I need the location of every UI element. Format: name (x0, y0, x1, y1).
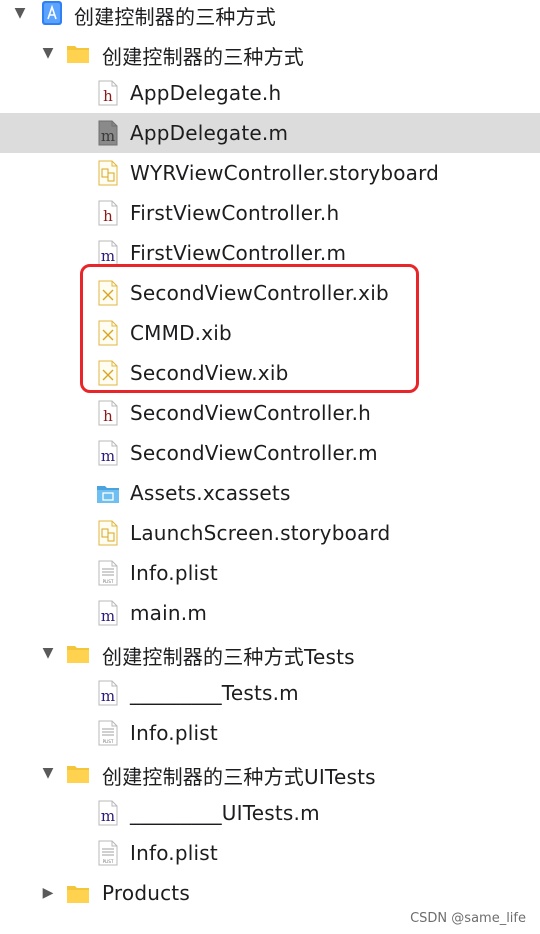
svg-text:h: h (103, 407, 113, 425)
tree-item-label: 创建控制器的三种方式Tests (102, 645, 355, 669)
tree-row-storyboard[interactable]: LaunchScreen.storyboard (0, 513, 540, 553)
tree-row-m[interactable]: m _________Tests.m (0, 673, 540, 713)
tree-item-label: FirstViewController.h (130, 201, 340, 225)
tree-row-folder[interactable]: ▼ 创建控制器的三种方式 (0, 33, 540, 73)
tree-row-h[interactable]: h AppDelegate.h (0, 73, 540, 113)
tree-row-m[interactable]: m SecondViewController.m (0, 433, 540, 473)
tree-item-label: Info.plist (130, 721, 218, 745)
header-file-icon: h (98, 200, 118, 226)
tree-item-label: SecondView.xib (130, 361, 289, 385)
asset-catalog-icon (97, 486, 119, 503)
objc-file-icon: m (98, 240, 118, 266)
tree-row-m[interactable]: m _________UITests.m (0, 793, 540, 833)
tree-item-label: WYRViewController.storyboard (130, 161, 440, 185)
svg-text:m: m (101, 247, 115, 265)
disclosure-expanded-icon[interactable]: ▼ (12, 5, 28, 21)
tree-item-label: Info.plist (130, 841, 218, 865)
disclosure-collapsed-icon[interactable]: ▶ (40, 885, 56, 901)
header-file-icon: h (98, 400, 118, 426)
svg-text:m: m (101, 687, 115, 705)
tree-item-label: CMMD.xib (130, 321, 232, 345)
tree-item-label: Assets.xcassets (130, 481, 291, 505)
tree-row-m[interactable]: m FirstViewController.m (0, 233, 540, 273)
tree-item-label: _________UITests.m (130, 801, 320, 825)
tree-row-plist[interactable]: PLIST Info.plist (0, 833, 540, 873)
objc-file-icon: m (98, 600, 118, 626)
disclosure-expanded-icon[interactable]: ▼ (40, 645, 56, 661)
svg-text:PLIST: PLIST (103, 579, 114, 584)
tree-row-xib[interactable]: SecondViewController.xib (0, 273, 540, 313)
plist-file-icon: PLIST (98, 720, 118, 746)
svg-text:m: m (101, 447, 115, 465)
tree-row-m[interactable]: m main.m (0, 593, 540, 633)
tree-item-label: 创建控制器的三种方式 (102, 45, 304, 69)
xib-file-icon (98, 360, 118, 386)
svg-text:m: m (101, 807, 115, 825)
tree-item-label: FirstViewController.m (130, 241, 347, 265)
tree-row-plist[interactable]: PLIST Info.plist (0, 553, 540, 593)
tree-row-xib[interactable]: CMMD.xib (0, 313, 540, 353)
tree-row-xib[interactable]: SecondView.xib (0, 353, 540, 393)
tree-item-label: AppDelegate.m (130, 121, 289, 145)
svg-text:m: m (101, 607, 115, 625)
plist-file-icon: PLIST (98, 840, 118, 866)
xib-file-icon (98, 280, 118, 306)
tree-item-label: _________Tests.m (130, 681, 299, 705)
tree-row-folder[interactable]: ▼ 创建控制器的三种方式Tests (0, 633, 540, 673)
svg-text:h: h (103, 87, 113, 105)
tree-row-plist[interactable]: PLIST Info.plist (0, 713, 540, 753)
tree-row-folder[interactable]: ▶ Products (0, 873, 540, 913)
xib-file-icon (98, 320, 118, 346)
svg-text:PLIST: PLIST (103, 859, 114, 864)
tree-item-label: Products (102, 881, 190, 905)
tree-item-label: 创建控制器的三种方式UITests (102, 765, 376, 789)
tree-item-label: AppDelegate.h (130, 81, 282, 105)
folder-icon (67, 886, 89, 903)
storyboard-file-icon (98, 160, 118, 186)
disclosure-expanded-icon[interactable]: ▼ (40, 45, 56, 61)
tree-row-storyboard[interactable]: WYRViewController.storyboard (0, 153, 540, 193)
folder-icon (67, 766, 89, 783)
objc-file-icon: m (98, 680, 118, 706)
tree-item-label: SecondViewController.h (130, 401, 372, 425)
tree-row-project[interactable]: ▼ 创建控制器的三种方式 (0, 0, 540, 33)
tree-item-label: Info.plist (130, 561, 218, 585)
watermark: CSDN @same_life (410, 911, 526, 926)
header-file-icon: h (98, 80, 118, 106)
tree-item-label: SecondViewController.xib (130, 281, 389, 305)
tree-row-h[interactable]: h SecondViewController.h (0, 393, 540, 433)
objc-file-icon: m (98, 120, 118, 146)
objc-file-icon: m (98, 800, 118, 826)
svg-text:h: h (103, 207, 113, 225)
tree-item-label: LaunchScreen.storyboard (130, 521, 391, 545)
svg-text:PLIST: PLIST (103, 739, 114, 744)
xcode-project-icon (42, 1, 62, 25)
tree-item-label: 创建控制器的三种方式 (74, 5, 276, 29)
svg-text:m: m (101, 127, 115, 145)
objc-file-icon: m (98, 440, 118, 466)
folder-icon (67, 46, 89, 63)
folder-icon (67, 646, 89, 663)
tree-row-assets[interactable]: Assets.xcassets (0, 473, 540, 513)
tree-row-m-gray[interactable]: m AppDelegate.m (0, 113, 540, 153)
disclosure-expanded-icon[interactable]: ▼ (40, 765, 56, 781)
storyboard-file-icon (98, 520, 118, 546)
tree-row-folder[interactable]: ▼ 创建控制器的三种方式UITests (0, 753, 540, 793)
tree-item-label: main.m (130, 601, 208, 625)
tree-row-h[interactable]: h FirstViewController.h (0, 193, 540, 233)
tree-item-label: SecondViewController.m (130, 441, 378, 465)
plist-file-icon: PLIST (98, 560, 118, 586)
